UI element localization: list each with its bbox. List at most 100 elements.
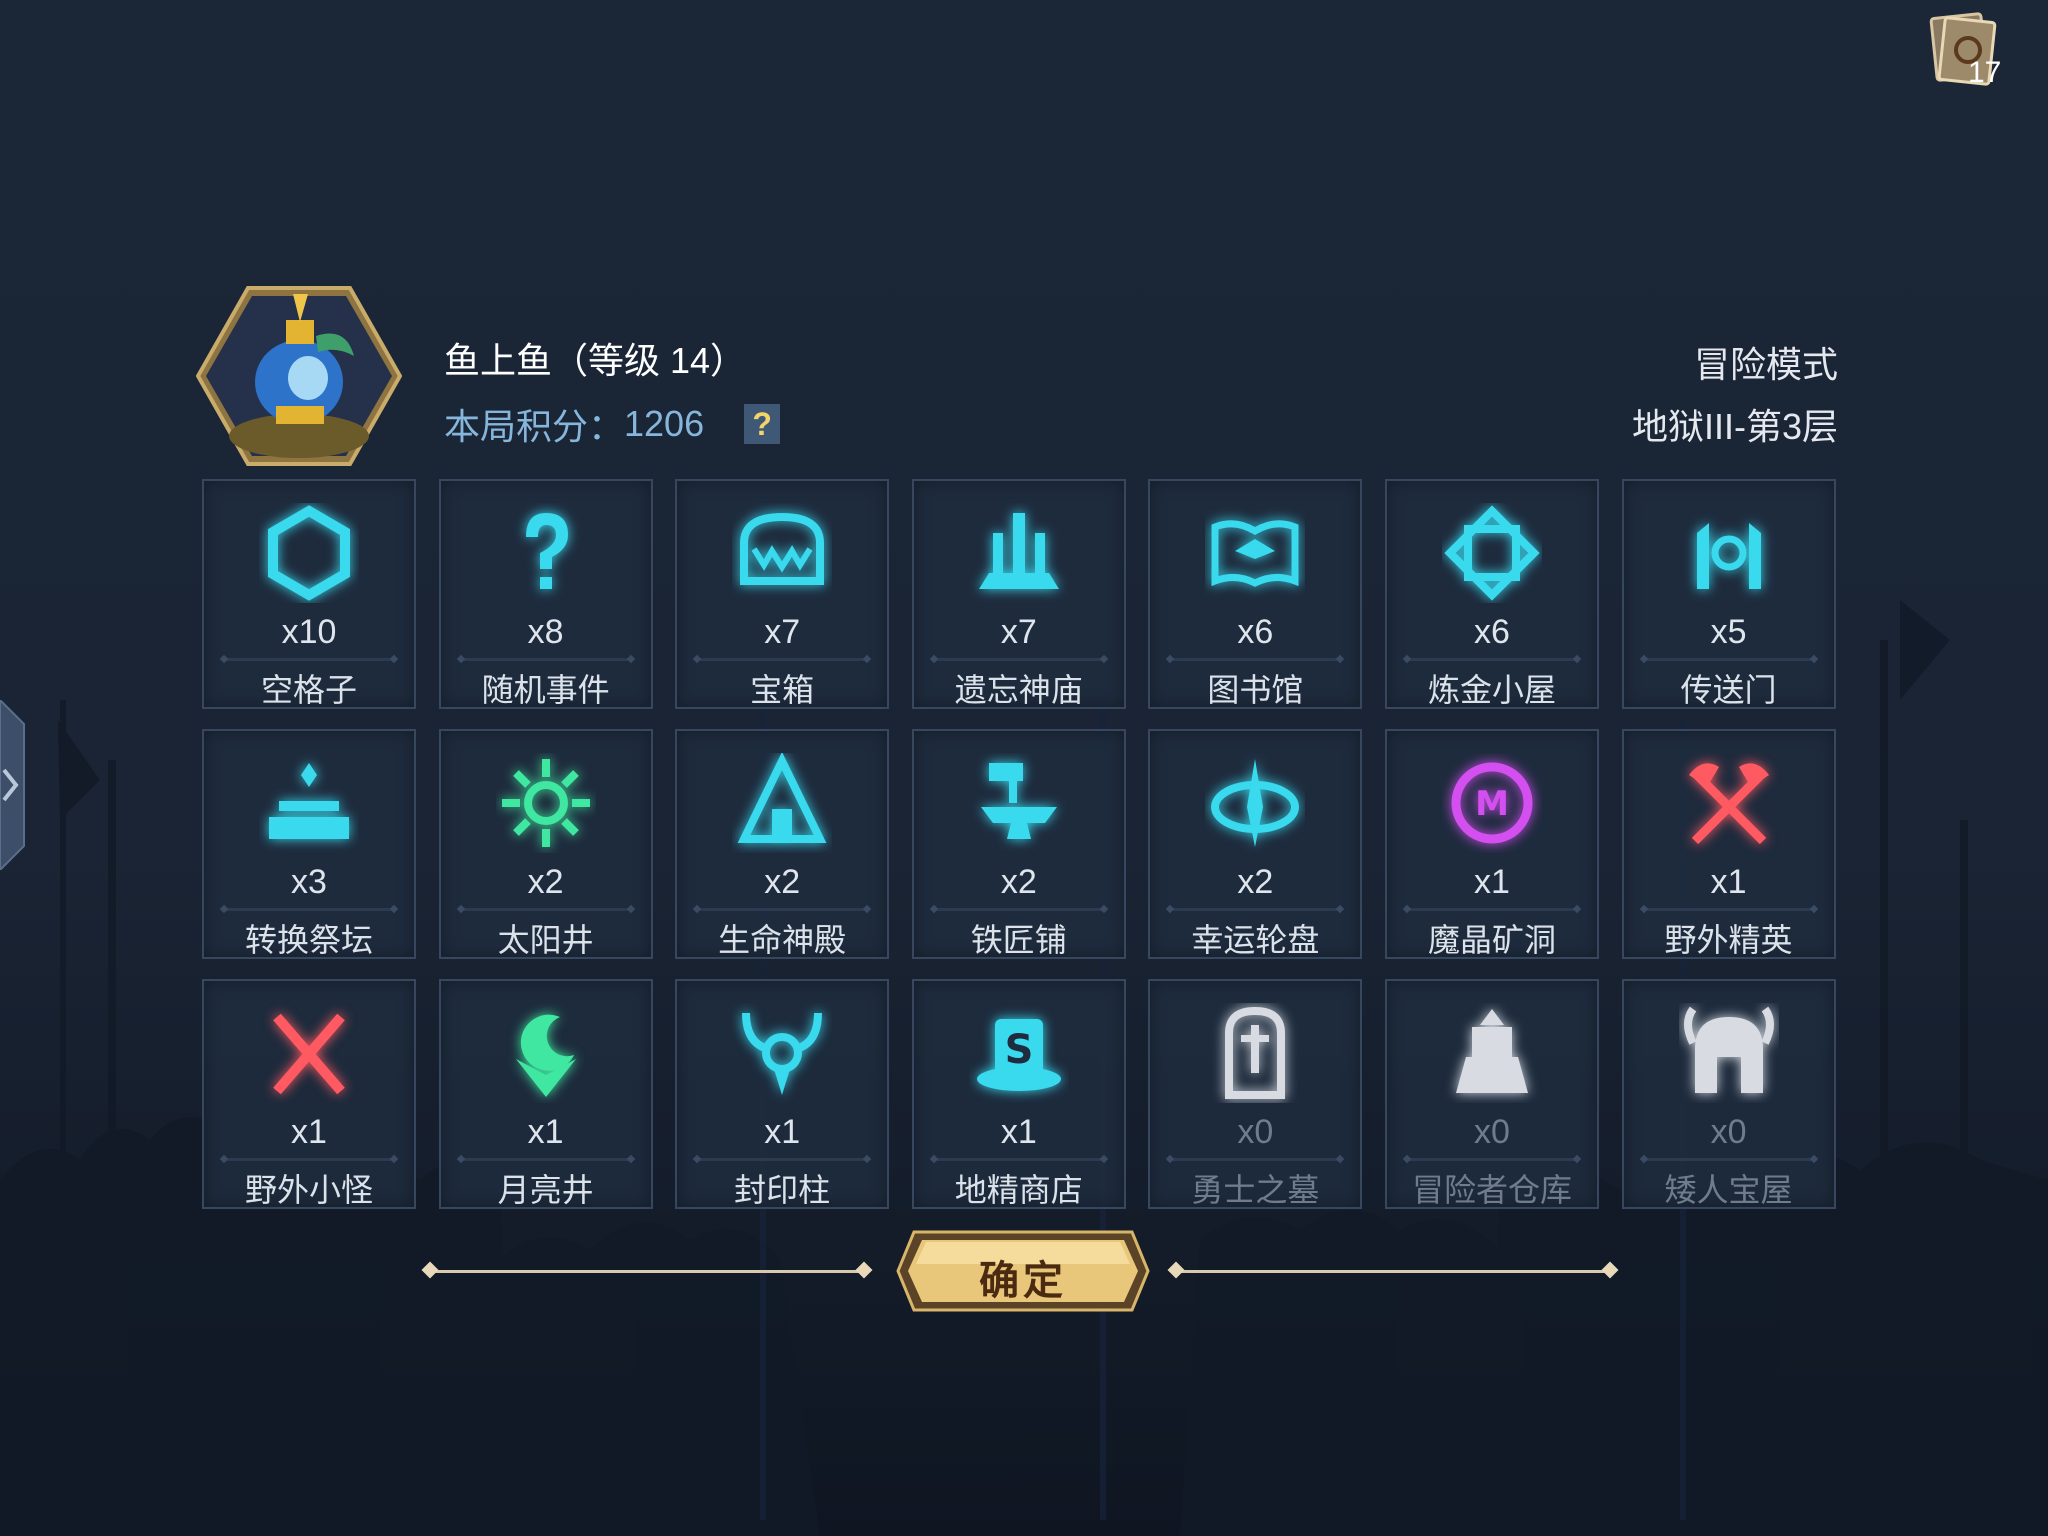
tile-label: 空格子 <box>260 672 357 708</box>
treasure-chest-icon <box>740 512 825 585</box>
tile-label: 图书馆 <box>1207 672 1304 708</box>
tile-count: x1 <box>527 1113 564 1151</box>
dwarf-helmet-icon <box>1683 1006 1774 1093</box>
tile-divider <box>697 908 868 911</box>
svg-text:M: M <box>1475 784 1509 824</box>
tile-card: x6 炼金小屋 <box>1384 479 1599 709</box>
tile-count: x6 <box>1474 613 1510 651</box>
tile-count: x0 <box>1474 1113 1510 1151</box>
tile-card: x2 生命神殿 <box>675 729 890 959</box>
alchemy-rune-icon <box>1444 505 1540 601</box>
tile-card: x2 铁匠铺 <box>911 729 1126 959</box>
tile-label: 转换祭坛 <box>244 922 373 958</box>
tile-count: x10 <box>281 613 337 651</box>
tile-divider <box>933 908 1104 911</box>
tile-divider <box>697 658 868 661</box>
tile-card: x1 月亮井 <box>438 979 653 1209</box>
goblin-shop-icon: S <box>976 1019 1061 1091</box>
tile-divider <box>224 658 394 661</box>
tile-divider <box>224 1158 394 1161</box>
tile-count: x5 <box>1710 613 1747 651</box>
tile-grid: x10 空格子 x8 随机事件 x7 宝箱 x7 遗忘神庙 x6 图书馆 x6 炼金小屋 x5 传送门 x3… <box>202 479 1838 1209</box>
tile-card: x7 宝箱 <box>675 479 890 709</box>
tile-count: x7 <box>764 613 801 651</box>
tile-label: 太阳井 <box>497 922 594 958</box>
tile-divider <box>1406 658 1577 661</box>
tile-label: 月亮井 <box>497 1172 594 1208</box>
tile-divider <box>460 1158 631 1161</box>
sun-well-icon <box>501 759 590 847</box>
tile-label: 遗忘神庙 <box>954 672 1083 708</box>
hexagon-icon <box>268 505 350 601</box>
crossed-axes-icon <box>1688 763 1769 845</box>
hero-portrait <box>195 286 403 466</box>
confirm-button[interactable]: 确定 <box>896 1228 1150 1314</box>
tile-card: x2 太阳井 <box>438 729 653 959</box>
tile-card: Mx1 魔晶矿洞 <box>1384 729 1599 959</box>
open-book-icon <box>1211 520 1299 587</box>
tile-card: x1 封印柱 <box>675 979 890 1209</box>
tile-card: Sx1 地精商店 <box>911 979 1126 1209</box>
tile-card: x7 遗忘神庙 <box>911 479 1126 709</box>
tile-count: x1 <box>764 1113 801 1151</box>
tile-card: x1 野外精英 <box>1621 729 1836 959</box>
tile-card: x5 传送门 <box>1621 479 1836 709</box>
life-shrine-icon <box>737 753 827 843</box>
tile-label: 魔晶矿洞 <box>1427 922 1556 958</box>
fortune-wheel-icon <box>1211 759 1300 847</box>
tile-count: x0 <box>1237 1113 1274 1151</box>
tile-card: x6 图书馆 <box>1148 479 1363 709</box>
tile-divider <box>224 908 394 911</box>
tile-divider <box>1643 658 1814 661</box>
tile-divider <box>1643 908 1814 911</box>
tile-label: 封印柱 <box>734 1172 831 1208</box>
tile-divider <box>1170 1158 1341 1161</box>
tile-divider <box>1643 1158 1814 1161</box>
tile-card: x2 幸运轮盘 <box>1148 729 1363 959</box>
tile-label: 随机事件 <box>481 672 610 708</box>
question-mark-icon <box>525 513 568 589</box>
score-row: 本局积分： 1206 ? <box>444 398 781 450</box>
altar-icon <box>269 763 349 839</box>
tile-card: x0 冒险者仓库 <box>1384 979 1599 1209</box>
tile-label: 宝箱 <box>750 672 815 708</box>
tile-count: x6 <box>1237 613 1274 651</box>
tile-divider <box>697 1158 868 1161</box>
tile-count: x1 <box>1000 1113 1037 1151</box>
player-name: 鱼上鱼（等级 14） <box>444 340 747 381</box>
svg-text:S: S <box>1004 1027 1033 1073</box>
tombstone-icon <box>1225 1006 1286 1099</box>
tile-divider <box>1170 658 1341 661</box>
game-mode: 冒险模式 <box>1693 344 1838 385</box>
warehouse-icon <box>1455 1009 1528 1093</box>
tile-divider <box>1170 908 1341 911</box>
tile-label: 勇士之墓 <box>1191 1172 1320 1208</box>
tile-count: x0 <box>1710 1113 1747 1151</box>
tile-divider <box>933 658 1104 661</box>
tile-label: 生命神殿 <box>718 922 847 958</box>
tile-count: x1 <box>1710 863 1747 901</box>
score-value: 1206 <box>624 403 705 444</box>
tile-count: x7 <box>1000 613 1037 651</box>
tile-label: 传送门 <box>1680 672 1777 708</box>
tile-divider <box>1406 908 1577 911</box>
tile-count: x2 <box>527 863 564 901</box>
tile-divider <box>933 1158 1104 1161</box>
tile-count: x1 <box>1474 863 1510 901</box>
side-expand-arrow[interactable] <box>0 698 30 872</box>
tile-divider <box>460 658 631 661</box>
temple-icon <box>978 513 1059 589</box>
dungeon-level: 地狱III-第3层 <box>1631 406 1838 447</box>
tile-count: x3 <box>291 863 327 901</box>
crystal-mine-icon: M <box>1451 762 1533 844</box>
score-help-button[interactable]: ? <box>744 404 781 444</box>
tile-label: 矮人宝屋 <box>1664 1172 1793 1208</box>
confirm-divider-right <box>1176 1270 1610 1273</box>
tile-card: x10 空格子 <box>202 479 416 709</box>
deck-count: 17 <box>1968 56 2002 89</box>
tile-label: 野外精英 <box>1664 922 1793 958</box>
seal-pillar-icon <box>742 1012 823 1095</box>
tile-count: x2 <box>1000 863 1037 901</box>
anvil-hammer-icon <box>980 763 1057 839</box>
crossed-swords-icon <box>273 1013 345 1095</box>
